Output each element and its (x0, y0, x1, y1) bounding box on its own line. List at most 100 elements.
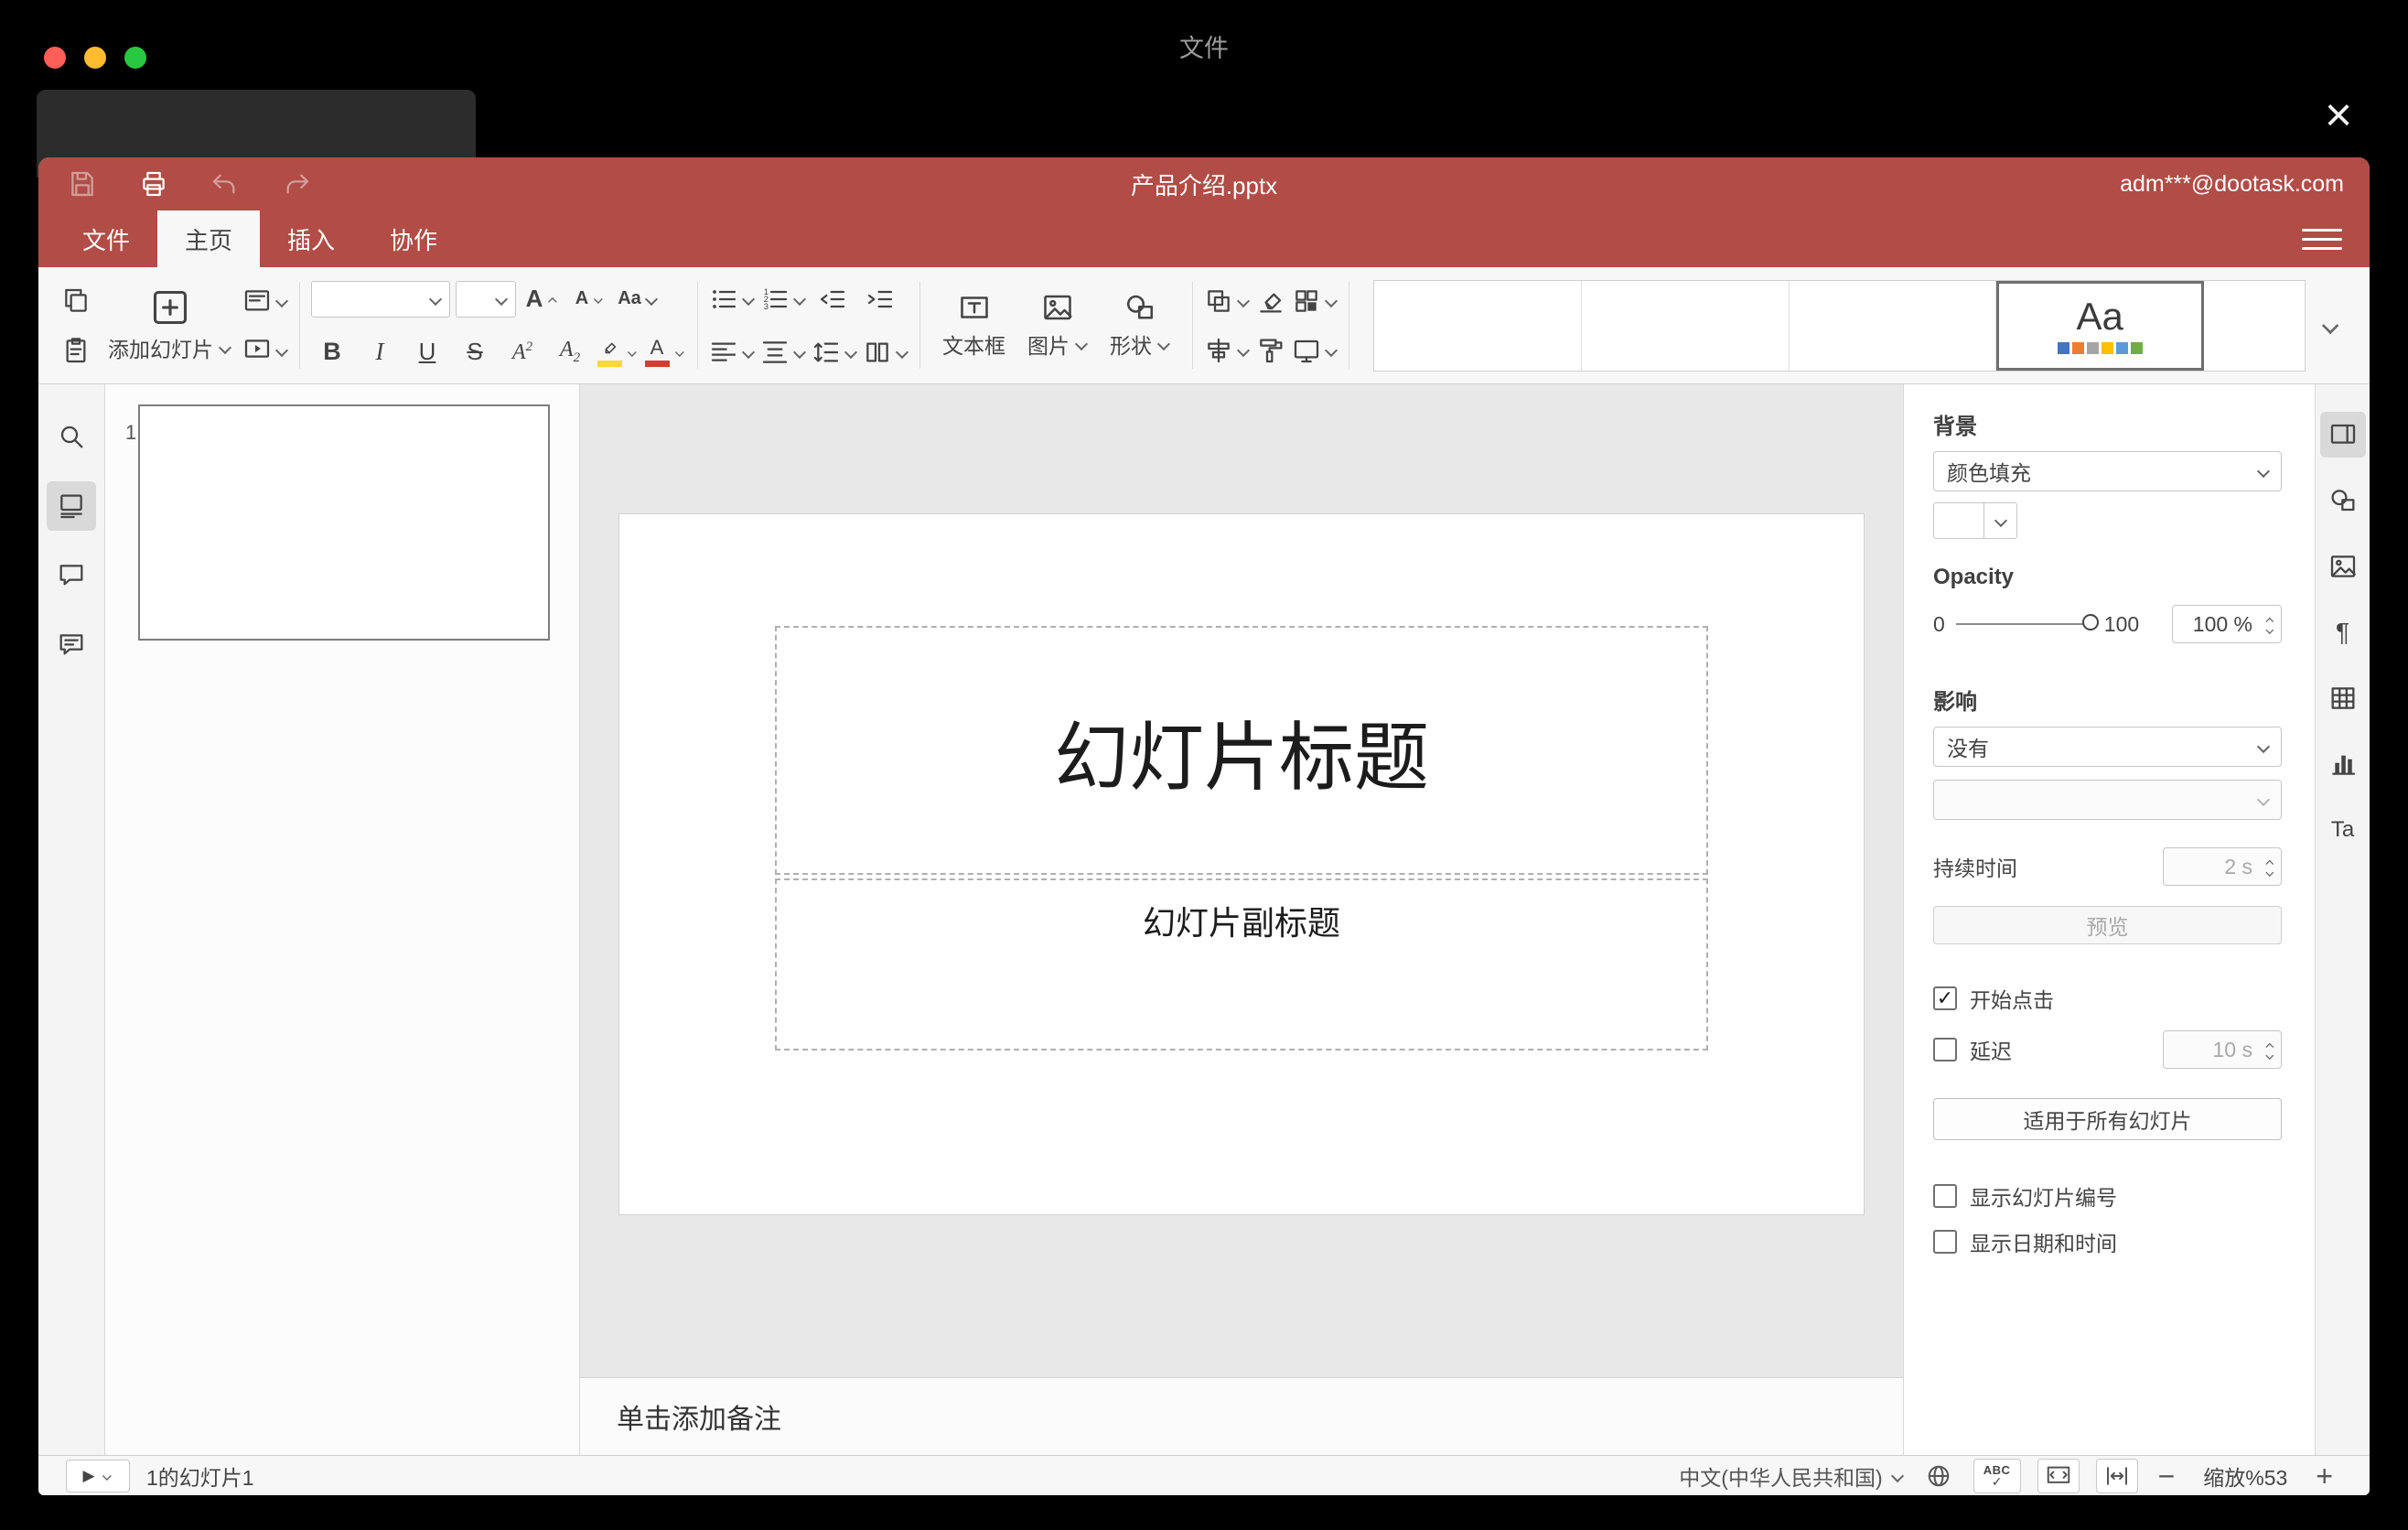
traffic-light-zoom[interactable] (124, 47, 146, 69)
increase-font-button[interactable]: A (521, 278, 564, 320)
opacity-slider[interactable] (1955, 614, 2099, 630)
notes-area[interactable]: 单击添加备注 (580, 1377, 1903, 1455)
vertical-align-button[interactable] (760, 331, 806, 373)
theme-gallery-expand-button[interactable] (2306, 267, 2353, 383)
arrange-button[interactable] (1204, 280, 1250, 322)
traffic-light-close[interactable] (44, 47, 66, 69)
tab-collaboration[interactable]: 协作 (362, 210, 465, 267)
traffic-light-minimize[interactable] (84, 47, 106, 69)
apply-to-all-slides-button[interactable]: 适用于所有幻灯片 (1933, 1098, 2282, 1140)
horizontal-align-button[interactable] (709, 331, 755, 373)
save-icon[interactable] (64, 166, 101, 202)
paste-button[interactable] (55, 329, 97, 372)
slides-panel-button[interactable] (47, 481, 96, 531)
font-name-combo[interactable] (311, 280, 450, 318)
tab-insert[interactable]: 插入 (260, 210, 362, 267)
copy-button[interactable] (55, 280, 97, 322)
align-shapes-button[interactable] (1204, 329, 1250, 372)
italic-button[interactable]: I (359, 331, 401, 373)
search-button[interactable] (47, 412, 96, 461)
language-selector[interactable]: 中文(中华人民共和国) (1679, 1460, 1903, 1492)
start-on-click-checkbox[interactable]: ✓ (1933, 986, 1957, 1010)
insert-textbox-button[interactable]: 文本框 (931, 267, 1016, 383)
font-name-input[interactable] (319, 286, 428, 311)
theme-option[interactable] (1789, 280, 1997, 371)
decrease-font-button[interactable]: A (569, 278, 611, 320)
opacity-input[interactable] (2173, 611, 2258, 637)
line-spacing-button[interactable] (812, 331, 857, 373)
color-scheme-button[interactable] (1292, 280, 1338, 322)
slide-thumbnail[interactable] (138, 404, 550, 641)
opacity-slider-knob[interactable] (2081, 614, 2099, 630)
undo-icon[interactable] (207, 166, 243, 202)
numbering-button[interactable]: 123 (760, 278, 806, 320)
shape-settings-button[interactable] (2320, 478, 2366, 523)
slide-canvas[interactable]: 幻灯片标题 幻灯片副标题 (580, 384, 1903, 1377)
background-fill-select[interactable]: 颜色填充 (1933, 451, 2282, 491)
show-slide-number-checkbox[interactable] (1933, 1184, 1957, 1208)
font-size-combo[interactable] (456, 280, 516, 318)
strikethrough-button[interactable]: S (454, 331, 496, 373)
copy-style-button[interactable] (1250, 329, 1292, 372)
insert-shape-button[interactable]: 形状 (1099, 267, 1181, 383)
document-language-button[interactable] (1920, 1458, 1957, 1494)
slide[interactable]: 幻灯片标题 幻灯片副标题 (619, 514, 1864, 1214)
zoom-in-button[interactable]: + (2312, 1461, 2337, 1491)
underline-button[interactable]: U (406, 331, 448, 373)
spinner-arrows[interactable] (2258, 848, 2281, 885)
increase-indent-button[interactable] (859, 278, 901, 320)
dialog-close-icon[interactable]: × (2315, 92, 2362, 139)
decrease-indent-button[interactable] (812, 278, 854, 320)
theme-option[interactable] (2204, 280, 2305, 371)
start-slideshow-status-button[interactable]: ▶ (66, 1459, 130, 1492)
comments-button[interactable] (47, 551, 96, 600)
start-slideshow-button[interactable] (242, 329, 288, 372)
columns-button[interactable] (863, 331, 908, 373)
insert-image-button[interactable]: 图片 (1016, 267, 1099, 383)
change-case-button[interactable]: Aa (617, 278, 659, 320)
bold-button[interactable]: B (311, 331, 353, 373)
tab-file[interactable]: 文件 (55, 210, 157, 267)
clear-style-button[interactable] (1250, 280, 1292, 322)
delay-input[interactable] (2164, 1037, 2258, 1062)
zoom-out-button[interactable]: − (2155, 1461, 2179, 1491)
theme-option[interactable] (1581, 280, 1790, 371)
font-size-input[interactable] (464, 286, 494, 311)
slide-layout-button[interactable] (242, 280, 288, 322)
slide-settings-button[interactable] (2319, 412, 2366, 458)
effect-select[interactable]: 没有 (1933, 727, 2282, 767)
bullets-button[interactable] (709, 278, 755, 320)
menu-hamburger-icon[interactable] (2302, 210, 2342, 267)
background-color-swatch[interactable] (1933, 502, 1984, 539)
delay-checkbox[interactable] (1933, 1038, 1957, 1061)
theme-option[interactable] (1374, 280, 1582, 371)
tab-home[interactable]: 主页 (157, 210, 261, 267)
subtitle-placeholder[interactable]: 幻灯片副标题 (775, 878, 1708, 1051)
font-color-button[interactable]: A (644, 331, 686, 373)
superscript-button[interactable]: A2 (501, 331, 543, 373)
title-placeholder[interactable]: 幻灯片标题 (775, 626, 1708, 875)
chart-settings-button[interactable] (2320, 741, 2366, 787)
preview-button[interactable]: 预览 (1933, 906, 2282, 944)
chat-button[interactable] (47, 620, 96, 670)
paragraph-settings-button[interactable]: ¶ (2320, 609, 2366, 655)
redo-icon[interactable] (278, 166, 315, 202)
print-icon[interactable] (135, 166, 172, 202)
highlight-color-button[interactable] (597, 331, 639, 373)
fit-to-slide-button[interactable] (2037, 1458, 2080, 1493)
subscript-button[interactable]: A2 (549, 331, 591, 373)
image-settings-button[interactable] (2320, 544, 2366, 589)
show-datetime-checkbox[interactable] (1933, 1230, 1957, 1254)
effect-type-select[interactable] (1933, 780, 2282, 820)
spinner-arrows[interactable] (2258, 606, 2281, 642)
fit-to-width-button[interactable] (2095, 1458, 2138, 1493)
theme-option-selected[interactable]: Aa (1996, 280, 2204, 371)
add-slide-button[interactable]: 添加幻灯片 (97, 267, 242, 383)
slide-size-button[interactable] (1292, 329, 1338, 372)
textart-settings-button[interactable]: Ta (2320, 807, 2366, 853)
background-color-dropdown-button[interactable] (1984, 502, 2017, 539)
spellcheck-toggle[interactable]: ABC ✓ (1973, 1458, 2021, 1493)
duration-input[interactable] (2164, 854, 2258, 879)
spinner-arrows[interactable] (2258, 1031, 2281, 1068)
table-settings-button[interactable] (2320, 675, 2366, 721)
